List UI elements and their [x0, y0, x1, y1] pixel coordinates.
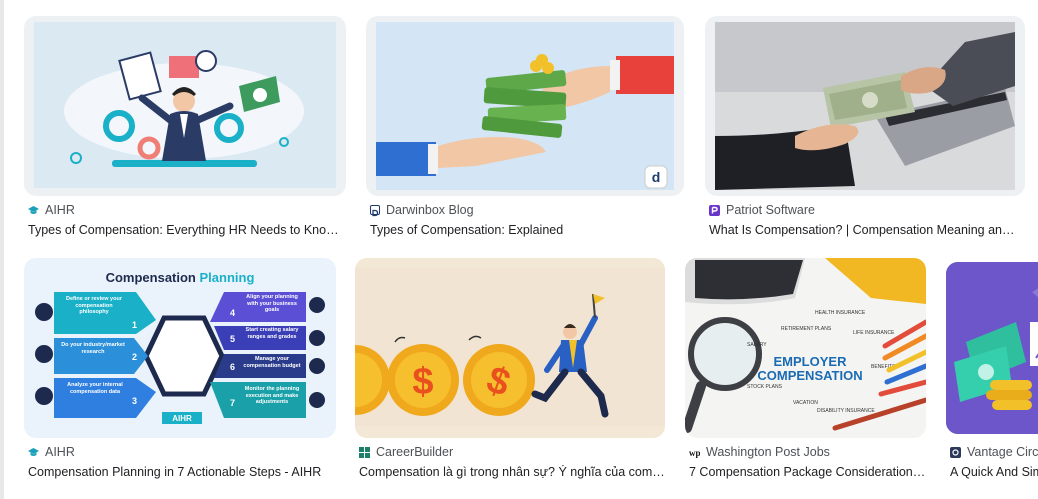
magnifier-icon: [35, 345, 53, 363]
chart-icon: [35, 387, 53, 405]
cash-illustration: [946, 262, 1038, 434]
document-icon: [309, 330, 325, 346]
result-title[interactable]: Types of Compensation: Explained: [370, 223, 684, 237]
image-result-card[interactable]: AIHR Types of Compensation: Everything H…: [24, 16, 346, 242]
thumbnail-image[interactable]: d: [366, 16, 684, 196]
map-word: LIFE INSURANCE: [853, 330, 895, 336]
step-text: Monitor the planning execution and make …: [244, 386, 300, 405]
image-result-card[interactable]: $ $ CareerBuilder Compensation là gì tro…: [355, 258, 665, 484]
result-source: Darwinbox Blog: [370, 203, 680, 217]
thumbnail-image[interactable]: $ $: [355, 258, 665, 438]
source-name: AIHR: [45, 203, 75, 217]
result-source: Vantage Circle: [950, 445, 1038, 459]
result-source: wp Washington Post Jobs: [689, 445, 926, 459]
step-number: 2: [132, 352, 137, 362]
wp-logo-icon: wp: [689, 447, 701, 458]
step-number: 5: [230, 334, 235, 344]
image-result-card[interactable]: Compensation Planning 1 2 3 Define or re…: [24, 258, 336, 484]
result-title[interactable]: 7 Compensation Package Consideration…: [689, 465, 926, 479]
target-icon: [309, 297, 325, 313]
scroll-edge: [0, 0, 4, 499]
infographic-heading-accent: Planning: [200, 270, 255, 285]
infographic-heading: Compensation: [106, 270, 200, 285]
thumbnail-image[interactable]: [946, 262, 1038, 434]
thumbnail-image[interactable]: Compensation Planning 1 2 3 Define or re…: [24, 258, 336, 438]
compensation-planning-infographic: Compensation Planning 1 2 3 Define or re…: [35, 270, 325, 424]
step-text: Analyze your internal compensation data: [67, 382, 123, 395]
dollar-coin-icon: $: [463, 344, 535, 416]
source-name: AIHR: [45, 445, 75, 459]
result-source: AIHR: [28, 445, 334, 459]
squares-icon: [359, 446, 370, 458]
rolling-coins-illustration: $ $: [355, 268, 665, 426]
money-handover-illustration: d: [376, 22, 674, 190]
graduation-cap-icon: [28, 447, 39, 458]
step-number: 3: [132, 396, 137, 406]
image-result-card[interactable]: d Darwinbox Blog Types of Compensation: …: [366, 16, 684, 242]
map-word: STOCK PLANS: [747, 384, 783, 390]
step-number: 7: [230, 398, 235, 408]
step-text: Manage your compensation budget: [243, 356, 301, 369]
step-text: Define or review your compensation philo…: [66, 296, 122, 315]
image-result-card[interactable]: Vantage Circle A Quick And Sim: [946, 258, 1038, 484]
source-name: Washington Post Jobs: [706, 445, 830, 459]
svg-text:Compensation Planning: Compensation Planning: [106, 270, 255, 285]
checklist-icon: [309, 392, 325, 408]
step-text: Do your industry/market research: [61, 342, 125, 355]
result-title[interactable]: Compensation là gì trong nhân sự? Ý nghĩ…: [359, 465, 665, 479]
svg-text:$: $: [412, 361, 433, 403]
employer-compensation-photo: EMPLOYER COMPENSATION HEALTH INSURANCE R…: [685, 258, 926, 438]
map-word: RETIREMENT PLANS: [781, 326, 832, 332]
cash-exchange-photo: [715, 22, 1015, 190]
source-name: Vantage Circle: [967, 445, 1038, 459]
document-icon: [35, 303, 53, 321]
source-name: CareerBuilder: [376, 445, 454, 459]
step-number: 6: [230, 362, 235, 372]
result-title[interactable]: A Quick And Sim: [950, 465, 1038, 479]
result-source: AIHR: [28, 203, 344, 217]
map-word: VACATION: [793, 400, 818, 406]
result-source: CareerBuilder: [359, 445, 665, 459]
thumbnail-image[interactable]: [705, 16, 1025, 196]
result-title[interactable]: What Is Compensation? | Compensation Mea…: [709, 223, 1021, 237]
svg-text:wp: wp: [689, 448, 700, 458]
step-text: Start creating salary ranges and grades: [245, 327, 299, 340]
employer-text: EMPLOYER: [774, 354, 848, 369]
image-result-card[interactable]: EMPLOYER COMPENSATION HEALTH INSURANCE R…: [685, 258, 926, 484]
hr-compensation-illustration: [34, 22, 336, 188]
letter-d-icon: [370, 205, 380, 217]
thumbnail-image[interactable]: EMPLOYER COMPENSATION HEALTH INSURANCE R…: [685, 258, 926, 438]
graduation-cap-icon: [28, 205, 39, 216]
result-title[interactable]: Types of Compensation: Everything HR Nee…: [28, 223, 346, 237]
map-word: HEALTH INSURANCE: [815, 310, 866, 316]
darwinbox-badge-text: d: [652, 169, 661, 185]
dollar-coin-icon: $: [387, 344, 459, 416]
circle-icon: [950, 446, 961, 458]
step-number: 1: [132, 320, 137, 330]
money-icon: [309, 358, 325, 374]
letter-p-icon: [709, 204, 720, 216]
map-word: DISABILITY INSURANCE: [817, 408, 875, 414]
source-name: Darwinbox Blog: [386, 203, 474, 217]
result-title[interactable]: Compensation Planning in 7 Actionable St…: [28, 465, 336, 479]
result-source: Patriot Software: [709, 203, 1021, 217]
map-word: SALARY: [747, 342, 767, 348]
image-result-card[interactable]: Patriot Software What Is Compensation? |…: [705, 16, 1025, 242]
step-number: 4: [230, 308, 235, 318]
infographic-brand: AIHR: [172, 414, 192, 423]
thumbnail-image[interactable]: [24, 16, 346, 196]
source-name: Patriot Software: [726, 203, 815, 217]
step-text: Align your planning with your business g…: [246, 294, 298, 313]
compensation-text: COMPENSATION: [757, 368, 862, 383]
